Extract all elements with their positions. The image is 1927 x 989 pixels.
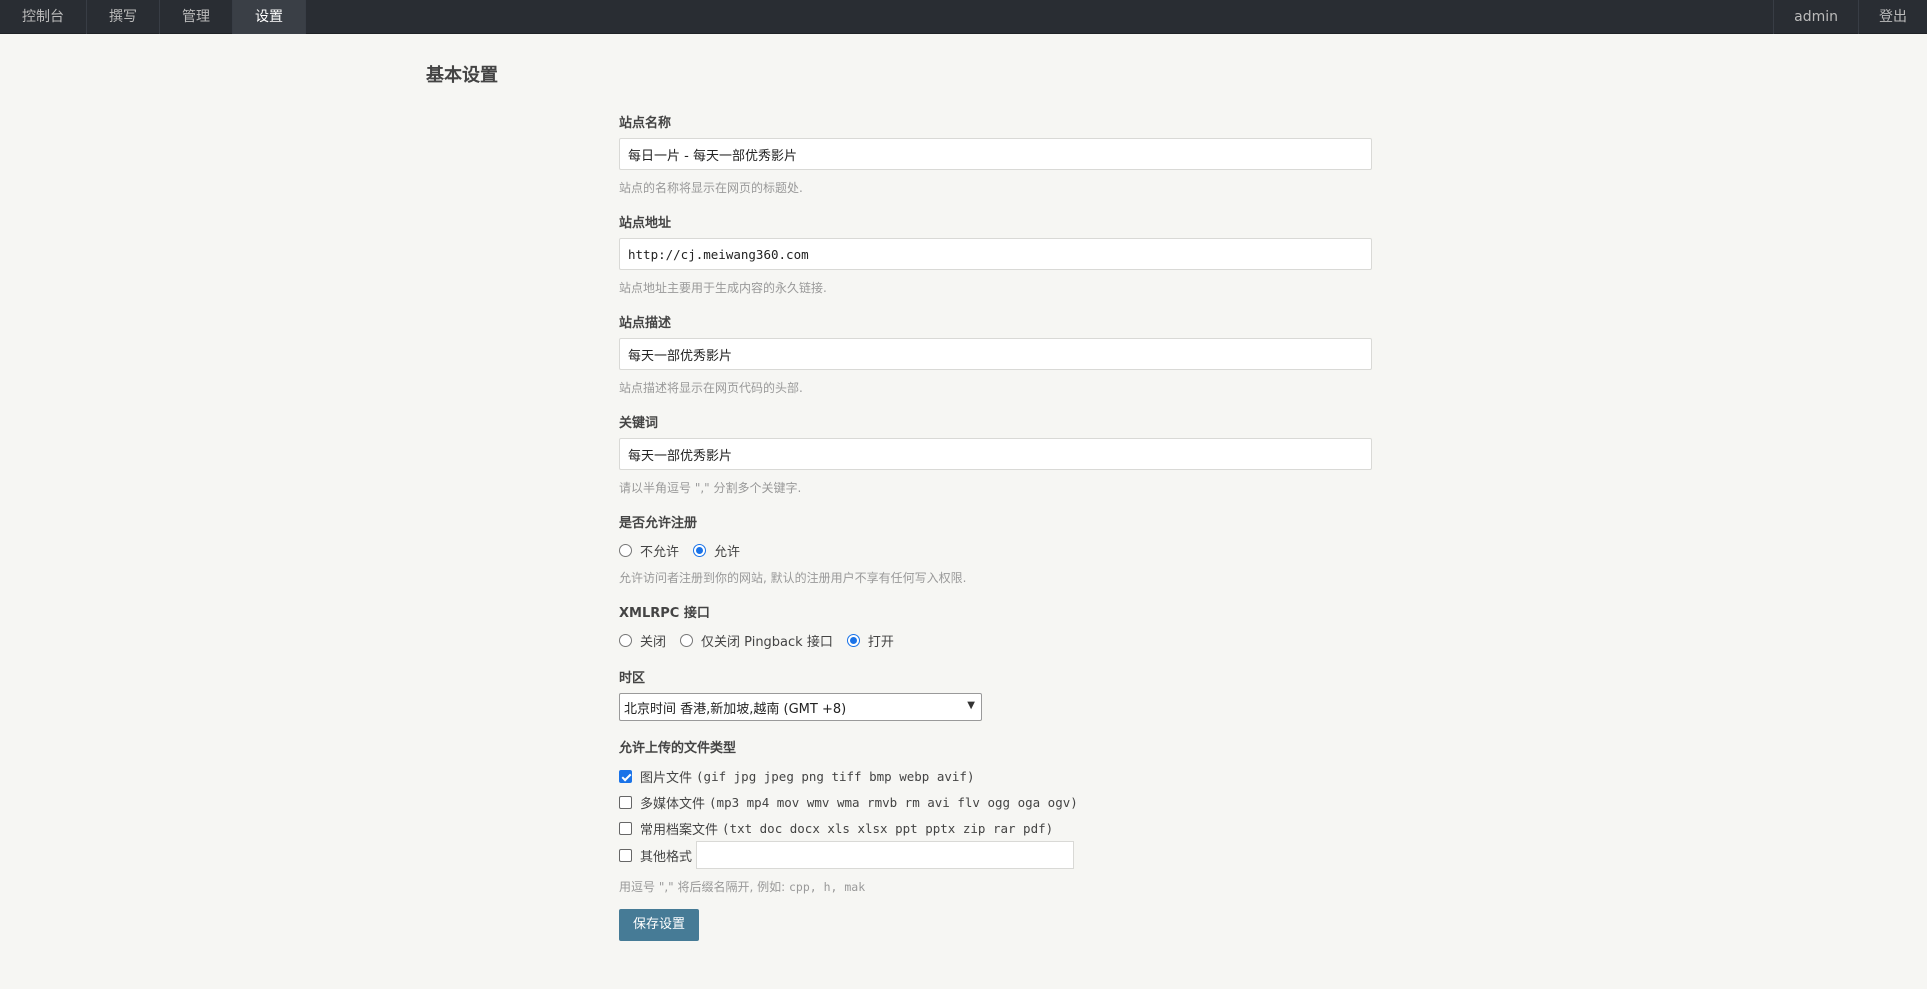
nav-user-admin[interactable]: admin — [1773, 0, 1858, 34]
site-url-desc: 站点地址主要用于生成内容的永久链接. — [619, 281, 827, 295]
checkbox-icon[interactable] — [619, 822, 632, 835]
timezone-select[interactable]: 北京时间 香港,新加坡,越南 (GMT +8) ▼ — [619, 693, 982, 721]
site-name-desc: 站点的名称将显示在网页的标题处. — [619, 181, 803, 195]
site-url-label: 站点地址 — [619, 216, 672, 231]
upload-option-other[interactable]: 其他格式 — [619, 841, 1075, 869]
keywords-label: 关键词 — [619, 416, 659, 431]
site-desc-desc: 站点描述将显示在网页代码的头部. — [619, 381, 803, 395]
radio-icon[interactable] — [619, 544, 632, 557]
keywords-desc: 请以半角逗号 "," 分割多个关键字. — [619, 481, 802, 495]
other-formats-input[interactable] — [696, 841, 1075, 869]
site-desc-label: 站点描述 — [619, 316, 672, 331]
site-url-input[interactable] — [619, 238, 1372, 270]
upload-option-media[interactable]: 多媒体文件 (mp3 mp4 mov wmv wma rmvb rm avi f… — [619, 793, 1078, 812]
xmlrpc-options: 关闭 仅关闭 Pingback 接口 打开 — [619, 631, 908, 650]
site-name-label: 站点名称 — [619, 116, 672, 131]
user-menu: admin 登出 — [1773, 0, 1927, 34]
nav-dashboard[interactable]: 控制台 — [0, 0, 87, 34]
nav-manage[interactable]: 管理 — [160, 0, 233, 34]
xmlrpc-option-off[interactable]: 关闭 — [619, 631, 666, 650]
register-option-allow[interactable]: 允许 — [693, 541, 740, 560]
top-navbar: 控制台 撰写 管理 设置 admin 登出 — [0, 0, 1927, 34]
radio-checked-icon[interactable] — [693, 544, 707, 557]
radio-icon[interactable] — [619, 634, 632, 647]
nav-settings[interactable]: 设置 — [233, 0, 306, 34]
radio-checked-icon[interactable] — [846, 634, 860, 647]
checkbox-icon[interactable] — [619, 796, 632, 809]
chevron-down-icon: ▼ — [967, 700, 975, 711]
keywords-input[interactable] — [619, 438, 1372, 470]
xmlrpc-label: XMLRPC 接口 — [619, 606, 710, 621]
timezone-selected-value: 北京时间 香港,新加坡,越南 (GMT +8) — [624, 701, 847, 717]
checkbox-icon[interactable] — [619, 848, 632, 862]
register-option-deny[interactable]: 不允许 — [619, 541, 679, 560]
xmlrpc-option-on[interactable]: 打开 — [846, 631, 894, 650]
upload-types-label: 允许上传的文件类型 — [619, 741, 737, 756]
upload-option-images[interactable]: 图片文件 (gif jpg jpeg png tiff bmp webp avi… — [619, 767, 974, 786]
page-title: 基本设置 — [426, 65, 498, 86]
nav-write[interactable]: 撰写 — [87, 0, 160, 34]
upload-types-desc: 用逗号 "," 将后缀名隔开, 例如: cpp, h, mak — [619, 880, 866, 894]
timezone-label: 时区 — [619, 671, 646, 686]
nav-logout[interactable]: 登出 — [1858, 0, 1927, 34]
register-label: 是否允许注册 — [619, 516, 698, 531]
register-desc: 允许访问者注册到你的网站, 默认的注册用户不享有任何写入权限. — [619, 571, 967, 585]
radio-icon[interactable] — [680, 634, 694, 647]
xmlrpc-option-pingback-off[interactable]: 仅关闭 Pingback 接口 — [680, 631, 833, 650]
checkbox-checked-icon[interactable] — [619, 770, 632, 783]
upload-option-documents[interactable]: 常用档案文件 (txt doc docx xls xlsx ppt pptx z… — [619, 819, 1053, 838]
main-menu: 控制台 撰写 管理 设置 — [0, 0, 306, 34]
site-desc-input[interactable] — [619, 338, 1372, 370]
register-options: 不允许 允许 — [619, 541, 754, 560]
site-name-input[interactable] — [619, 138, 1372, 170]
save-settings-button[interactable]: 保存设置 — [619, 909, 699, 941]
